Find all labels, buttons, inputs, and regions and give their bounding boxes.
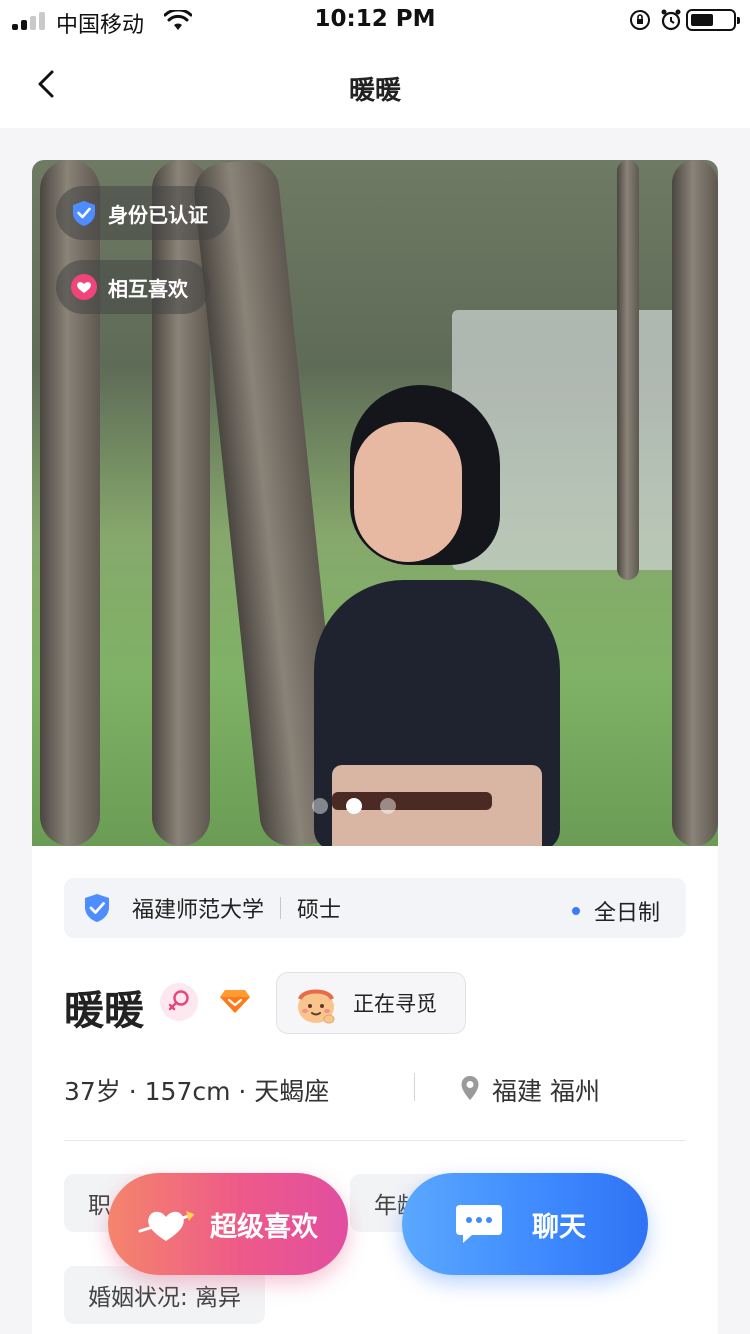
mutual-like-label: 相互喜欢 (108, 276, 188, 301)
profile-photo[interactable]: 身份已认证 相互喜欢 (32, 160, 718, 846)
section-divider (64, 1140, 686, 1141)
seeking-mascot-icon (298, 989, 335, 1024)
orientation-lock-icon (630, 10, 650, 30)
education-shield-icon (85, 894, 109, 922)
study-mode-dot (571, 907, 580, 915)
verified-shield-icon (73, 201, 95, 226)
study-mode: 全日制 (571, 895, 660, 927)
pagination-dot-active[interactable] (346, 798, 362, 814)
super-like-button[interactable]: 超级喜欢 (108, 1173, 348, 1275)
profile-name: 暖暖 (64, 987, 144, 1034)
location-pin-icon (461, 1076, 479, 1100)
seeking-status-label: 正在寻觅 (353, 992, 437, 1016)
marital-status-label: 婚姻状况: 离异 (88, 1285, 242, 1311)
alarm-icon (661, 9, 681, 31)
study-mode-label: 全日制 (593, 901, 660, 926)
mutual-like-badge: 相互喜欢 (56, 260, 210, 314)
battery-icon (686, 9, 740, 31)
chat-label: 聊天 (532, 1211, 586, 1243)
seeking-status-chip[interactable]: 正在寻觅 (276, 972, 466, 1034)
person-face (354, 422, 462, 562)
education-row: 福建师范大学 硕士 全日制 (64, 878, 686, 938)
basic-info: 37岁 · 157cm · 天蝎座 (64, 1077, 330, 1106)
degree: 硕士 (297, 898, 342, 923)
female-gender-icon (160, 983, 198, 1021)
photo-pagination (312, 798, 396, 814)
super-like-label: 超级喜欢 (210, 1211, 318, 1243)
profile-card: 身份已认证 相互喜欢 福建师范大学 硕士 全日制 暖暖 正在寻觅 37岁 · 1… (32, 160, 718, 1334)
school-name: 福建师范大学 (132, 898, 265, 923)
chat-button[interactable]: 聊天 (402, 1173, 648, 1275)
nav-bar: 暖暖 (0, 40, 750, 128)
status-bar: 中国移动 10:12 PM (0, 0, 750, 40)
pagination-dot[interactable] (380, 798, 396, 814)
education-divider (280, 897, 282, 919)
identity-verified-label: 身份已认证 (108, 202, 208, 227)
tree-trunk (617, 160, 639, 580)
identity-verified-badge: 身份已认证 (56, 186, 230, 240)
page-title: 暖暖 (348, 76, 401, 106)
pagination-dot[interactable] (312, 798, 328, 814)
info-divider (414, 1073, 415, 1101)
mutual-heart-icon (71, 274, 97, 300)
location: 福建 福州 (492, 1077, 600, 1106)
vip-diamond-icon (220, 990, 250, 1013)
job-tag-label: 职 (88, 1193, 111, 1219)
heart-arrow-icon (138, 1211, 194, 1241)
chat-bubble-icon (456, 1205, 502, 1243)
tree-trunk (672, 160, 718, 846)
